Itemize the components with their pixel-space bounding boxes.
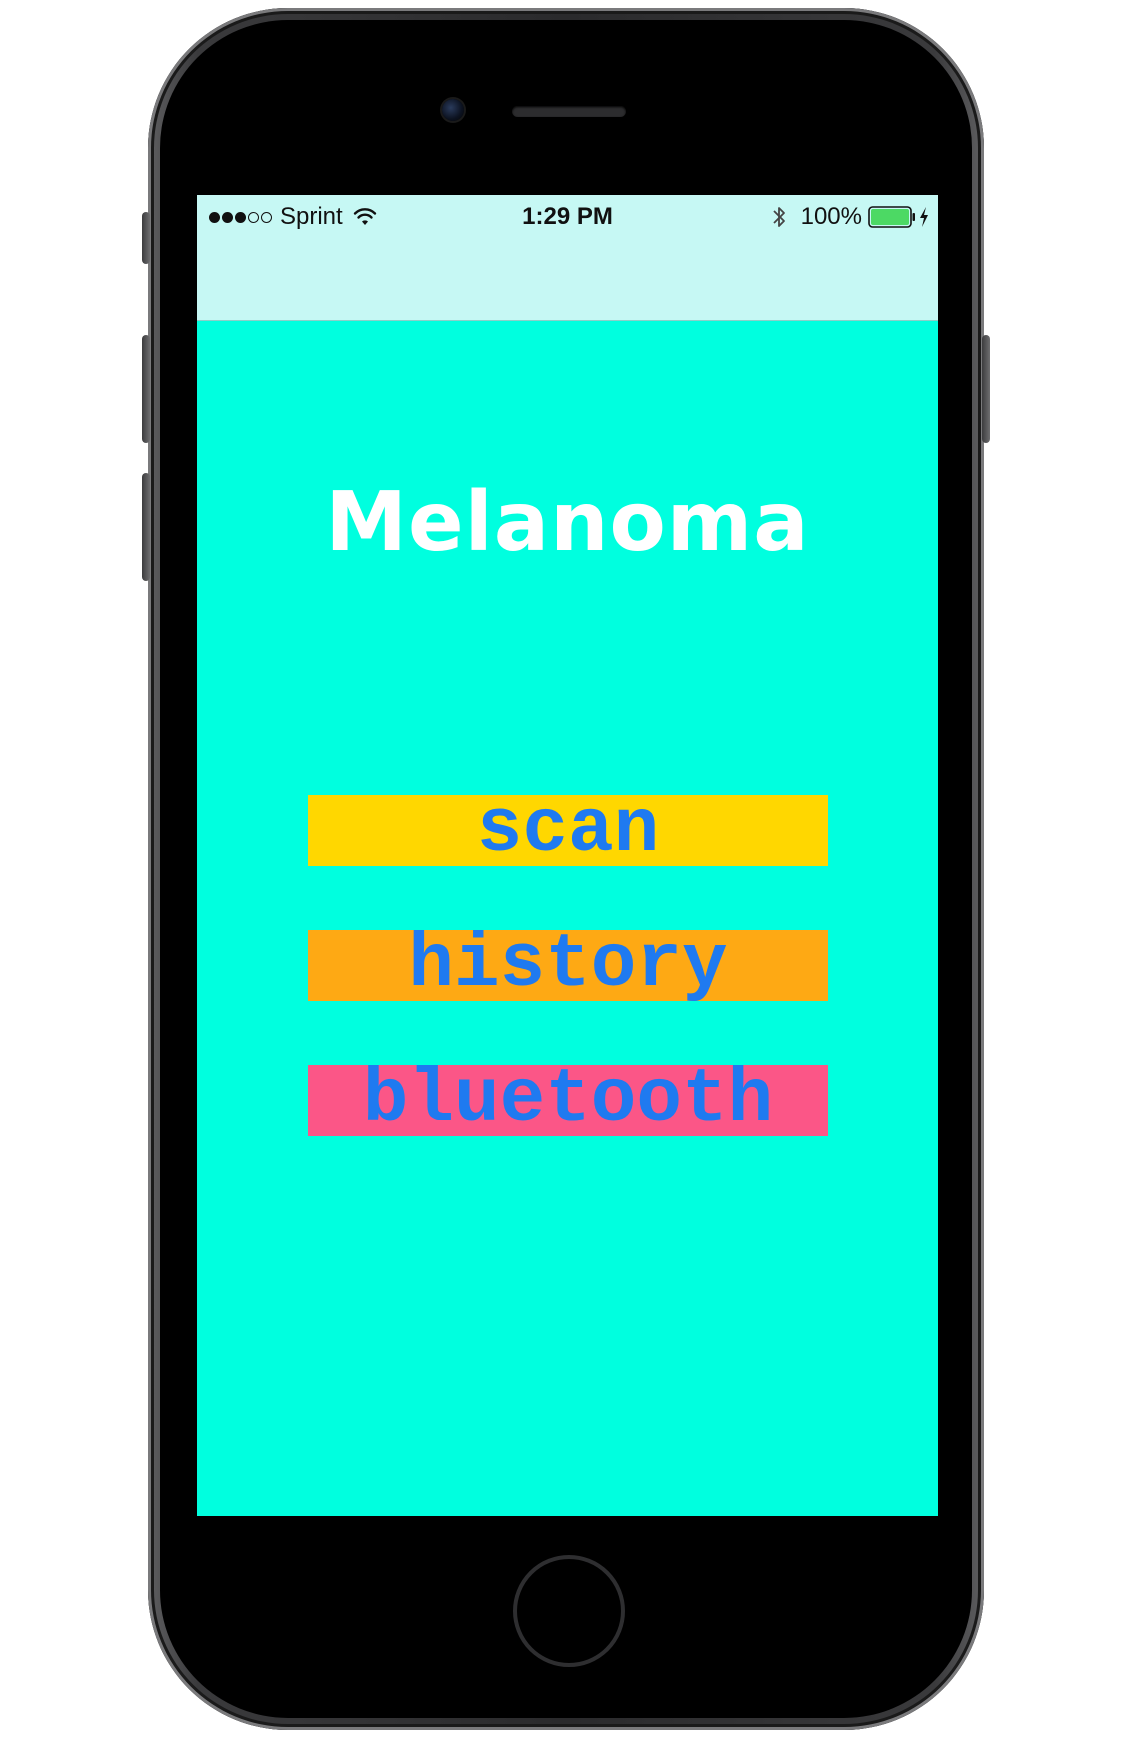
mute-switch (142, 212, 150, 264)
app-screen: Sprint 1:29 PM 100% Melanoma scan histor… (197, 195, 938, 1516)
battery-percent: 100% (800, 203, 862, 230)
status-bar: Sprint 1:29 PM 100% (197, 195, 938, 321)
home-button[interactable] (513, 1555, 625, 1667)
scan-button[interactable]: scan (308, 795, 828, 866)
volume-down-button (142, 473, 150, 581)
status-right: 100% (771, 203, 930, 231)
volume-up-button (142, 335, 150, 443)
app-title: Melanoma (325, 475, 810, 570)
front-camera (442, 99, 464, 121)
charging-bolt-icon (920, 207, 928, 227)
earpiece-speaker (512, 106, 626, 117)
power-button (982, 335, 990, 443)
bluetooth-icon (772, 207, 785, 227)
bluetooth-button[interactable]: bluetooth (308, 1065, 828, 1136)
battery-icon (868, 206, 915, 228)
history-button[interactable]: history (308, 930, 828, 1001)
